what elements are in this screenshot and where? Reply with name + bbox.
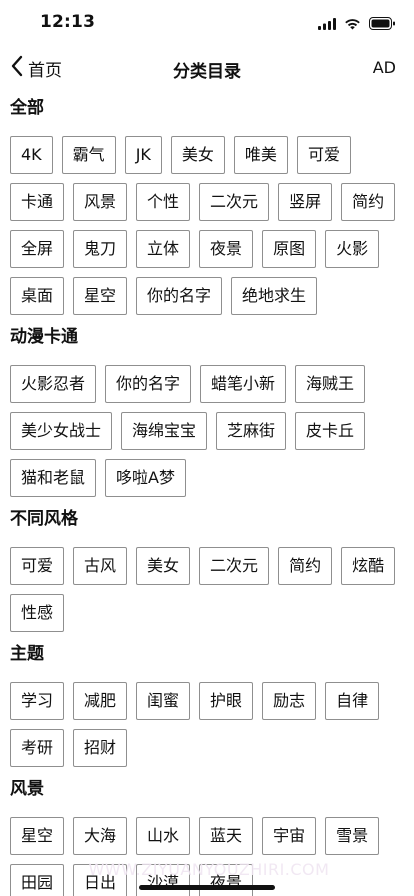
home-indicator[interactable] <box>139 885 275 890</box>
section-title: 动漫卡通 <box>10 327 78 347</box>
section-title: 主题 <box>10 644 44 664</box>
tag-button[interactable]: 哆啦A梦 <box>105 459 186 497</box>
ad-button[interactable]: AD <box>373 58 396 77</box>
tag-button[interactable]: 皮卡丘 <box>295 412 366 450</box>
nav-bar: 首页 分类目录 AD <box>0 46 414 90</box>
tag-button[interactable]: 海贼王 <box>295 365 366 403</box>
tag-button[interactable]: 山水 <box>136 817 191 855</box>
tag-button[interactable]: 夜景 <box>199 230 254 268</box>
tag-button[interactable]: 简约 <box>341 183 396 221</box>
section-all: 全部 4K 霸气 JK 美女 唯美 可爱 卡通 风景 个性 二次元 竖屏 简约 … <box>0 96 414 315</box>
tag-button[interactable]: 简约 <box>278 547 333 585</box>
tag-button[interactable]: 火影 <box>325 230 380 268</box>
tag-button[interactable]: 火影忍者 <box>10 365 97 403</box>
tag-button[interactable]: 雪景 <box>325 817 380 855</box>
tag-button[interactable]: 二次元 <box>199 183 270 221</box>
tag-list: 可爱 古风 美女 二次元 简约 炫酷 性感 <box>10 547 410 632</box>
tag-button[interactable]: 考研 <box>10 729 65 767</box>
tag-button[interactable]: 美少女战士 <box>10 412 113 450</box>
status-bar: 12:13 <box>0 0 414 46</box>
section-title: 全部 <box>10 98 44 118</box>
tag-button[interactable]: 唯美 <box>233 136 288 174</box>
tag-button[interactable]: 减肥 <box>73 682 128 720</box>
tag-button[interactable]: JK <box>124 136 162 174</box>
tag-button[interactable]: 你的名字 <box>136 277 223 315</box>
tag-button[interactable]: 芝麻街 <box>216 412 287 450</box>
section-scenery: 风景 星空 大海 山水 蓝天 宇宙 雪景 田园 日出 沙漠 夜景 <box>0 777 414 896</box>
tag-button[interactable]: 星空 <box>73 277 128 315</box>
tag-button[interactable]: 绝地求生 <box>231 277 318 315</box>
section-title: 风景 <box>10 779 44 799</box>
tag-list: 学习 减肥 闺蜜 护眼 励志 自律 考研 招财 <box>10 682 410 767</box>
tag-button[interactable]: 桌面 <box>10 277 65 315</box>
tag-button[interactable]: 鬼刀 <box>73 230 128 268</box>
tag-button[interactable]: 自律 <box>325 682 380 720</box>
category-list[interactable]: 全部 4K 霸气 JK 美女 唯美 可爱 卡通 风景 个性 二次元 竖屏 简约 … <box>0 94 414 896</box>
section-anime: 动漫卡通 火影忍者 你的名字 蜡笔小新 海贼王 美少女战士 海绵宝宝 芝麻街 皮… <box>0 325 414 497</box>
tag-button[interactable]: 个性 <box>136 183 191 221</box>
section-themes: 主题 学习 减肥 闺蜜 护眼 励志 自律 考研 招财 <box>0 642 414 767</box>
tag-button[interactable]: 猫和老鼠 <box>10 459 97 497</box>
tag-button[interactable]: 日出 <box>73 864 128 896</box>
tag-list: 4K 霸气 JK 美女 唯美 可爱 卡通 风景 个性 二次元 竖屏 简约 全屏 … <box>10 136 410 315</box>
tag-button[interactable]: 4K <box>10 136 53 174</box>
tag-button[interactable]: 蓝天 <box>199 817 254 855</box>
tag-button[interactable]: 炫酷 <box>341 547 396 585</box>
tag-button[interactable]: 宇宙 <box>262 817 317 855</box>
tag-button[interactable]: 竖屏 <box>278 183 333 221</box>
tag-button[interactable]: 田园 <box>10 864 65 896</box>
tag-button[interactable]: 星空 <box>10 817 65 855</box>
tag-button[interactable]: 蜡笔小新 <box>200 365 287 403</box>
tag-button[interactable]: 风景 <box>73 183 128 221</box>
tag-button[interactable]: 闺蜜 <box>136 682 191 720</box>
tag-list: 火影忍者 你的名字 蜡笔小新 海贼王 美少女战士 海绵宝宝 芝麻街 皮卡丘 猫和… <box>10 365 410 497</box>
tag-button[interactable]: 护眼 <box>199 682 254 720</box>
tag-button[interactable]: 大海 <box>73 817 128 855</box>
section-styles: 不同风格 可爱 古风 美女 二次元 简约 炫酷 性感 <box>0 507 414 632</box>
tag-button[interactable]: 沙漠 <box>136 864 191 896</box>
tag-button[interactable]: 夜景 <box>199 864 254 896</box>
tag-button[interactable]: 学习 <box>10 682 65 720</box>
tag-button[interactable]: 美女 <box>136 547 191 585</box>
page-title: 分类目录 <box>173 62 241 82</box>
signal-icon <box>318 15 336 34</box>
tag-button[interactable]: 美女 <box>170 136 225 174</box>
tag-button[interactable]: 你的名字 <box>105 365 192 403</box>
tag-button[interactable]: 全屏 <box>10 230 65 268</box>
tag-button[interactable]: 霸气 <box>61 136 116 174</box>
tag-button[interactable]: 原图 <box>262 230 317 268</box>
battery-icon <box>369 15 396 34</box>
tag-button[interactable]: 招财 <box>73 729 128 767</box>
tag-button[interactable]: 二次元 <box>199 547 270 585</box>
tag-button[interactable]: 可爱 <box>10 547 65 585</box>
section-title: 不同风格 <box>10 509 78 529</box>
tag-button[interactable]: 励志 <box>262 682 317 720</box>
wifi-icon <box>344 15 361 34</box>
tag-button[interactable]: 性感 <box>10 594 65 632</box>
status-time: 12:13 <box>40 12 96 32</box>
tag-button[interactable]: 海绵宝宝 <box>121 412 208 450</box>
status-icons <box>318 15 396 34</box>
tag-button[interactable]: 卡通 <box>10 183 65 221</box>
tag-button[interactable]: 古风 <box>73 547 128 585</box>
tag-button[interactable]: 立体 <box>136 230 191 268</box>
tag-button[interactable]: 可爱 <box>296 136 351 174</box>
